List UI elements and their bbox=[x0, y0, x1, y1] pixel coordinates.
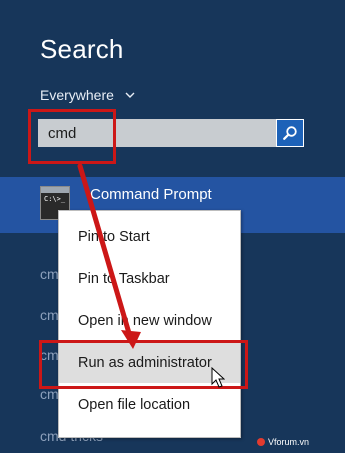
context-menu: Pin to Start Pin to Taskbar Open in new … bbox=[58, 210, 241, 438]
search-result-label: Command Prompt bbox=[90, 186, 212, 203]
search-title: Search bbox=[40, 34, 124, 64]
search-scope-dropdown[interactable]: Everywhere bbox=[40, 86, 136, 104]
search-icon bbox=[283, 126, 297, 140]
watermark-text: Vforum.vn bbox=[268, 437, 310, 447]
chevron-down-icon bbox=[125, 92, 135, 98]
menu-item-open-file-location[interactable]: Open file location bbox=[59, 385, 240, 425]
search-scope-label: Everywhere bbox=[40, 87, 114, 103]
menu-item-open-in-new-window[interactable]: Open in new window bbox=[59, 301, 240, 341]
watermark-logo-icon bbox=[257, 438, 265, 446]
menu-item-pin-to-start[interactable]: Pin to Start bbox=[59, 217, 240, 257]
annotation-box-search bbox=[28, 109, 116, 164]
search-button[interactable] bbox=[276, 119, 304, 147]
menu-item-pin-to-taskbar[interactable]: Pin to Taskbar bbox=[59, 259, 240, 299]
mouse-pointer-icon bbox=[211, 367, 225, 388]
watermark: Vforum.vn bbox=[257, 437, 309, 447]
